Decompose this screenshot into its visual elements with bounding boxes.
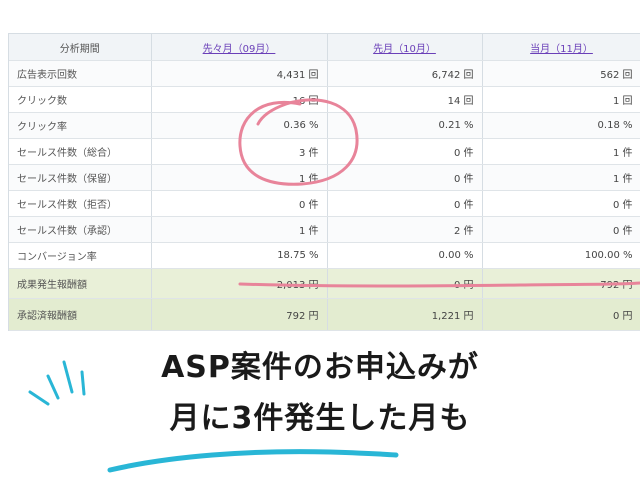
cell-value: 1 件: [151, 164, 328, 191]
row-label: クリック数: [9, 86, 152, 113]
cell-value: 1 件: [482, 164, 640, 191]
cell-value: 0 件: [482, 190, 640, 217]
cell-value: 0.21 %: [327, 112, 483, 139]
row-label: セールス件数（総合）: [9, 138, 152, 165]
cell-value: 1,221 円: [327, 298, 483, 331]
table-row: クリック率 0.36 % 0.21 % 0.18 %: [9, 112, 640, 139]
cell-value: 16 回: [151, 86, 328, 113]
cell-value: 792 円: [151, 298, 328, 331]
cell-value: 100.00 %: [482, 242, 640, 269]
cell-value: 0.18 %: [482, 112, 640, 139]
cell-value: 2,013 円: [151, 268, 328, 299]
table-row: コンバージョン率 18.75 % 0.00 % 100.00 %: [9, 242, 640, 269]
cell-value: 792 円: [482, 268, 640, 299]
row-label: セールス件数（承認）: [9, 216, 152, 243]
header-period-label: 分析期間: [9, 34, 152, 61]
cell-value: 14 回: [327, 86, 483, 113]
cell-value: 0 件: [327, 190, 483, 217]
table-row: セールス件数（拒否） 0 件 0 件 0 件: [9, 190, 640, 217]
table-row: 広告表示回数 4,431 回 6,742 回 562 回: [9, 60, 640, 87]
cell-value: 3 件: [151, 138, 328, 165]
cell-value: 1 回: [482, 86, 640, 113]
table-row: セールス件数（総合） 3 件 0 件 1 件: [9, 138, 640, 165]
cell-value: 0 件: [151, 190, 328, 217]
cell-value: 0 円: [327, 268, 483, 299]
month-two-ago-link[interactable]: 先々月（09月）: [203, 44, 276, 55]
row-label: クリック率: [9, 112, 152, 139]
row-label: 成果発生報酬額: [9, 268, 152, 299]
header-month-two-ago: 先々月（09月）: [151, 34, 328, 61]
table-row: セールス件数（承認） 1 件 2 件 0 件: [9, 216, 640, 243]
cell-value: 0.36 %: [151, 112, 328, 139]
table-row-reward-generated: 成果発生報酬額 2,013 円 0 円 792 円: [9, 268, 640, 299]
stats-table: 分析期間 先々月（09月） 先月（10月） 当月（11月） 広告表示回数 4,4…: [9, 34, 640, 331]
table-row: セールス件数（保留） 1 件 0 件 1 件: [9, 164, 640, 191]
row-label: コンバージョン率: [9, 242, 152, 269]
cell-value: 18.75 %: [151, 242, 328, 269]
cell-value: 1 件: [151, 216, 328, 243]
row-label: セールス件数（保留）: [9, 164, 152, 191]
table-row-reward-approved: 承認済報酬額 792 円 1,221 円 0 円: [9, 298, 640, 331]
cell-value: 1 件: [482, 138, 640, 165]
table-row: クリック数 16 回 14 回 1 回: [9, 86, 640, 113]
cell-value: 6,742 回: [327, 60, 483, 87]
caption-line-2: 月に3件発生した月も: [169, 401, 471, 436]
stats-table-container: 分析期間 先々月（09月） 先月（10月） 当月（11月） 広告表示回数 4,4…: [8, 33, 640, 331]
row-label: セールス件数（拒否）: [9, 190, 152, 217]
cell-value: 0 件: [482, 216, 640, 243]
cell-value: 562 回: [482, 60, 640, 87]
cell-value: 0 件: [327, 138, 483, 165]
swoosh-stroke: [107, 449, 399, 473]
caption-line-1: ASP案件のお申込みが: [161, 350, 479, 385]
cell-value: 4,431 回: [151, 60, 328, 87]
cell-value: 0 件: [327, 164, 483, 191]
last-month-link[interactable]: 先月（10月）: [373, 44, 436, 55]
cell-value: 0 円: [482, 298, 640, 331]
header-this-month: 当月（11月）: [482, 34, 640, 61]
cell-value: 0.00 %: [327, 242, 483, 269]
row-label: 承認済報酬額: [9, 298, 152, 331]
row-label: 広告表示回数: [9, 60, 152, 87]
header-last-month: 先月（10月）: [327, 34, 483, 61]
this-month-link[interactable]: 当月（11月）: [530, 44, 593, 55]
cell-value: 2 件: [327, 216, 483, 243]
table-header-row: 分析期間 先々月（09月） 先月（10月） 当月（11月）: [9, 34, 640, 61]
